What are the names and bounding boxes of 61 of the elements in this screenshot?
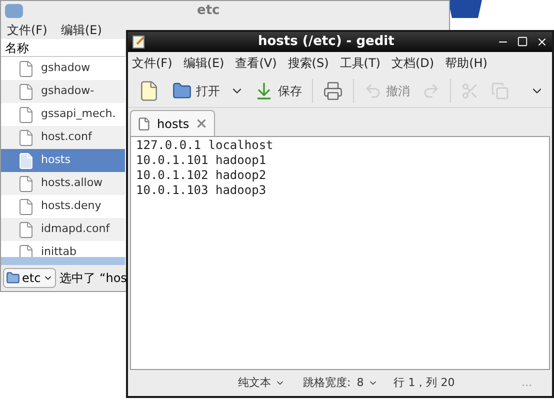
file-name: hosts <box>41 152 70 168</box>
menu-item[interactable]: 文件(F) <box>132 54 172 72</box>
text-line: 10.0.1.101 hadoop1 <box>136 153 266 168</box>
printer-icon <box>323 80 343 100</box>
file-icon <box>17 60 35 78</box>
text-area[interactable]: 127.0.0.1 localhost 10.0.1.101 hadoop1 10.0.1.102 hadoop2 10.0.1.103 hadoop3 <box>130 136 550 370</box>
menu-item[interactable]: 搜索(S) <box>288 54 329 72</box>
text-line: 10.0.1.102 hadoop2 <box>136 168 266 183</box>
file-name: hosts.deny <box>41 198 102 214</box>
file-icon <box>17 152 35 170</box>
undo-icon <box>364 82 382 100</box>
file-name: gshadow <box>41 60 90 76</box>
redo-icon <box>422 82 440 100</box>
document-tab[interactable]: hosts <box>130 110 216 136</box>
file-name: gshadow- <box>41 83 94 100</box>
open-button[interactable]: 打开 <box>166 74 226 106</box>
tab-width-label: 跳格宽度: <box>303 374 351 391</box>
file-name: idmapd.conf <box>41 221 110 238</box>
notepad-icon <box>132 35 146 49</box>
save-button[interactable]: 保存 <box>248 74 308 106</box>
scissors-icon <box>461 82 479 100</box>
file-name: host.conf <box>41 129 92 146</box>
maximize-icon[interactable] <box>517 36 528 47</box>
menu-item[interactable]: 工具(T) <box>340 54 380 72</box>
new-document-icon <box>138 80 160 102</box>
menu-item[interactable]: 帮助(H) <box>445 54 488 72</box>
window-title: hosts (/etc) - gedit <box>258 33 394 52</box>
file-icon <box>17 198 35 216</box>
file-row[interactable]: hosts <box>1 149 125 172</box>
file-row[interactable]: host.conf <box>1 126 125 149</box>
menu-item[interactable]: 文档(D) <box>391 54 434 72</box>
menu-item[interactable]: 编辑(E) <box>183 54 224 72</box>
file-icon <box>17 244 35 257</box>
status-text: 选中了 “hos <box>60 270 127 287</box>
file-icon <box>17 174 35 192</box>
file-row[interactable]: hosts.allow <box>1 172 125 195</box>
window-title: etc <box>197 2 220 20</box>
more-indicator: ... <box>522 374 532 391</box>
text-line: 127.0.0.1 localhost <box>136 138 274 153</box>
tab-width-dropdown[interactable]: 8 <box>356 374 378 392</box>
file-icon <box>17 220 35 238</box>
cursor-position: 行 1，列 20 <box>394 374 455 391</box>
file-icon <box>137 116 151 130</box>
column-header[interactable]: 名称 <box>1 39 125 57</box>
language-dropdown[interactable]: 纯文本 <box>238 374 285 392</box>
scrollbar[interactable] <box>1 257 125 265</box>
file-name: gssapi_mech. <box>41 106 116 122</box>
text-line: 10.0.1.103 hadoop3 <box>136 183 266 198</box>
file-name: hosts.allow <box>41 175 103 192</box>
file-icon <box>17 128 35 146</box>
close-icon[interactable] <box>536 36 548 48</box>
menu-item[interactable]: 文件(F) <box>7 21 55 39</box>
file-row[interactable]: idmapd.conf <box>1 218 125 241</box>
file-icon <box>17 82 35 100</box>
menu-item[interactable]: 编辑(E) <box>61 21 109 39</box>
menu-item[interactable]: 查看(V) <box>235 54 277 72</box>
location-dropdown[interactable]: etc <box>3 268 56 288</box>
file-icon <box>17 106 35 124</box>
file-name: inittab <box>41 244 76 257</box>
file-row[interactable]: gshadow- <box>1 80 125 103</box>
copy-icon <box>491 82 509 100</box>
